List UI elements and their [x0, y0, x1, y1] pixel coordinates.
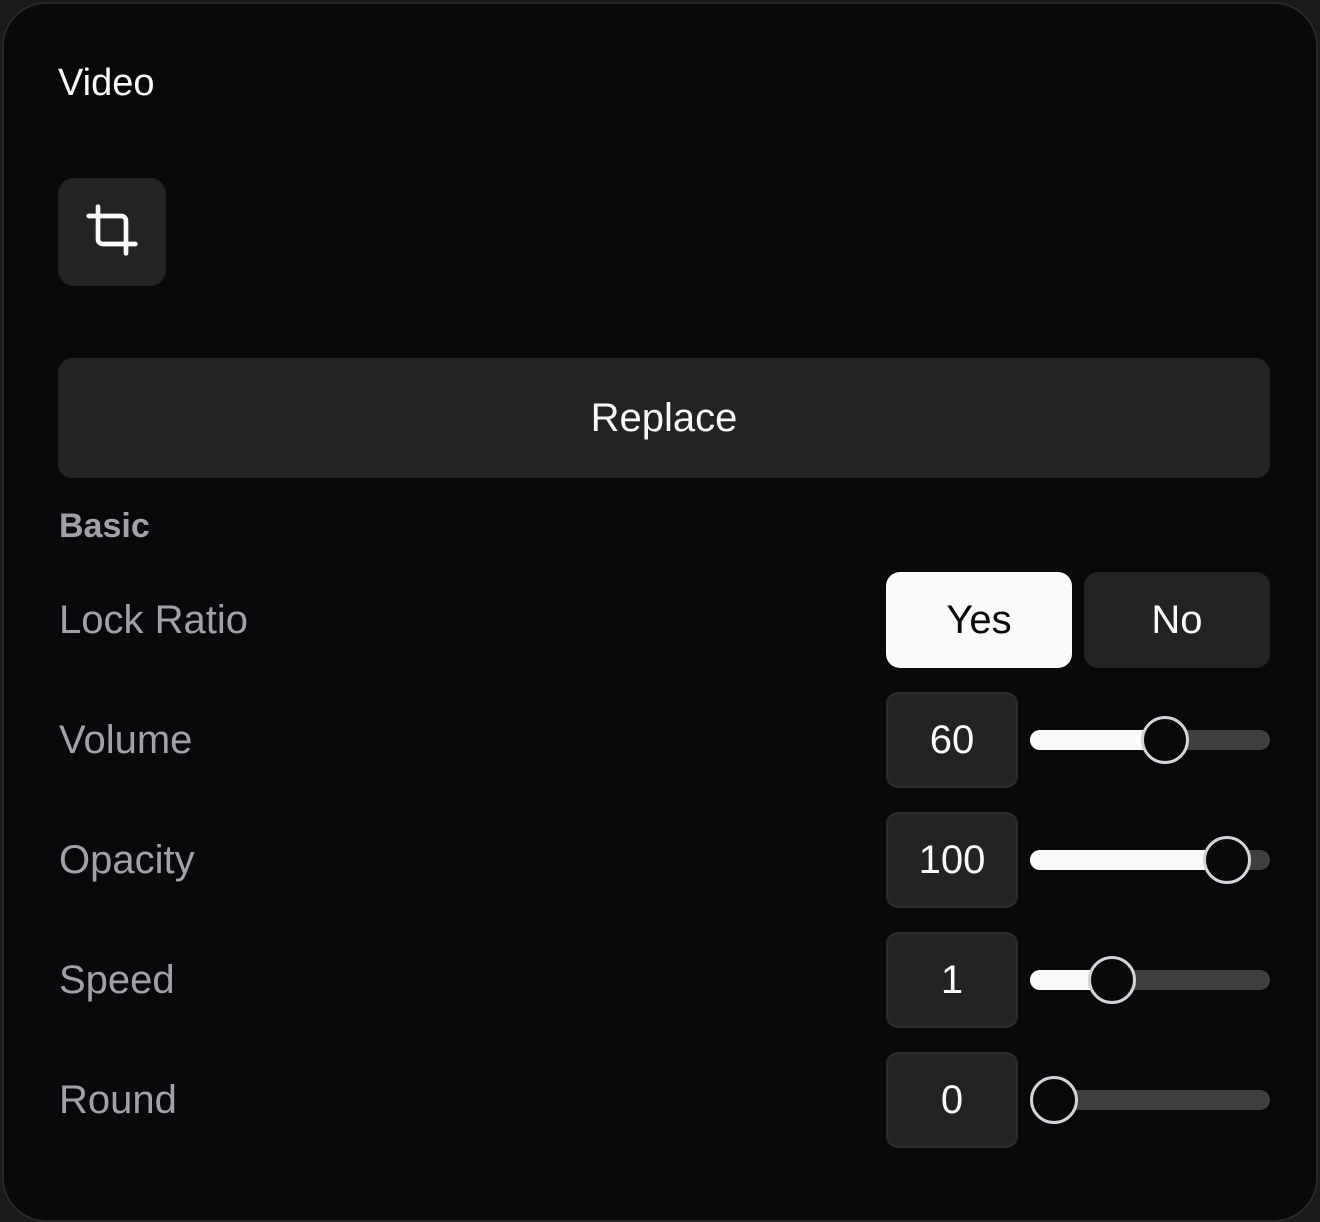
slider-thumb[interactable] — [1030, 1076, 1078, 1124]
opacity-input[interactable]: 100 — [886, 812, 1018, 908]
crop-button[interactable] — [58, 178, 166, 286]
opacity-label: Opacity — [59, 837, 195, 882]
replace-button[interactable]: Replace — [58, 358, 1270, 478]
volume-label: Volume — [59, 717, 193, 762]
lock-ratio-row: Lock Ratio Yes No — [59, 572, 1270, 668]
speed-slider[interactable] — [1030, 956, 1270, 1004]
lock-ratio-yes-button[interactable]: Yes — [886, 572, 1072, 668]
slider-thumb[interactable] — [1087, 956, 1136, 1004]
crop-icon — [84, 202, 140, 263]
slider-thumb[interactable] — [1141, 716, 1190, 764]
speed-label: Speed — [59, 957, 175, 1002]
round-slider[interactable] — [1030, 1076, 1270, 1124]
lock-ratio-no-button[interactable]: No — [1084, 572, 1270, 668]
panel-title: Video — [58, 62, 155, 104]
round-label: Round — [59, 1077, 177, 1122]
opacity-slider[interactable] — [1030, 836, 1270, 884]
video-settings-panel: Video Replace Basic Lock Ratio Yes No Vo… — [2, 2, 1318, 1222]
opacity-row: Opacity 100 — [59, 812, 1270, 908]
slider-thumb[interactable] — [1202, 836, 1251, 884]
volume-row: Volume 60 — [59, 692, 1270, 788]
speed-row: Speed 1 — [59, 932, 1270, 1028]
section-title-basic: Basic — [59, 507, 150, 545]
slider-fill — [1030, 850, 1227, 870]
speed-input[interactable]: 1 — [886, 932, 1018, 1028]
volume-slider[interactable] — [1030, 716, 1270, 764]
lock-ratio-label: Lock Ratio — [59, 597, 248, 642]
volume-input[interactable]: 60 — [886, 692, 1018, 788]
round-input[interactable]: 0 — [886, 1052, 1018, 1148]
round-row: Round 0 — [59, 1052, 1270, 1148]
